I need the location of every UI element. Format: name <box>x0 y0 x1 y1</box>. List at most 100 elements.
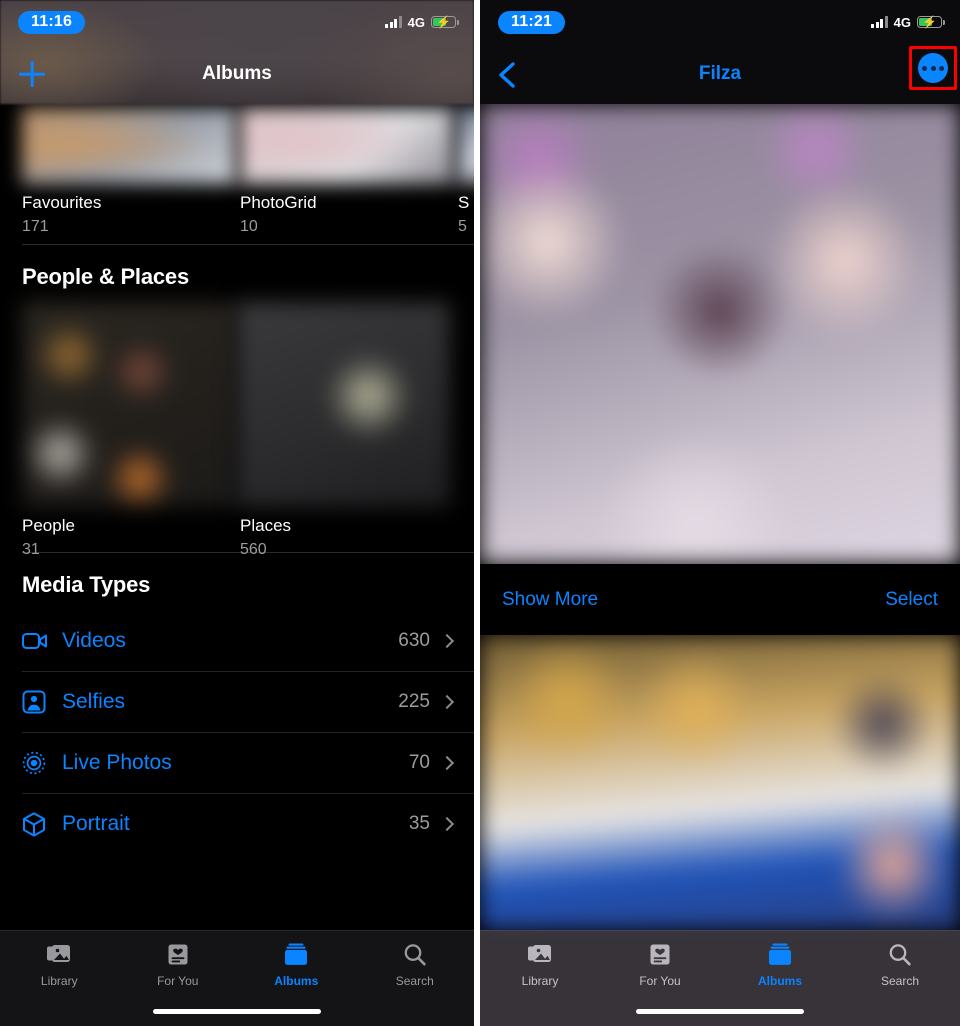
tab-albums[interactable]: Albums <box>720 941 840 988</box>
network-type-label: 4G <box>407 14 425 30</box>
people-places-thumbnails <box>22 302 450 507</box>
heart-card-icon <box>166 941 190 969</box>
tab-for-you[interactable]: For You <box>600 941 720 988</box>
left-phone-screen: 11:16 4G ⚡ Albums Favourites 171 PhotoGr… <box>0 0 474 1026</box>
more-button-highlight <box>909 46 957 90</box>
tab-label: Search <box>880 974 920 988</box>
tab-label: Search <box>395 974 434 988</box>
album-thumbnail[interactable] <box>240 108 454 184</box>
left-status-bar: 11:16 4G ⚡ <box>0 0 474 44</box>
dual-screenshot-container: 11:16 4G ⚡ Albums Favourites 171 PhotoGr… <box>0 0 960 1026</box>
media-row-videos[interactable]: Videos 630 <box>22 610 474 671</box>
battery-charging-icon: ⚡ <box>431 15 459 29</box>
heart-card-icon <box>648 941 672 969</box>
media-count: 35 <box>408 813 430 834</box>
battery-charging-icon: ⚡ <box>917 15 945 29</box>
photo-action-bar: Show More Select <box>480 564 960 635</box>
right-phone-screen: 11:21 4G ⚡ Filza Show More Select Librar… <box>480 0 960 1026</box>
plus-icon[interactable] <box>10 52 54 96</box>
media-count: 70 <box>408 752 430 773</box>
right-nav-bar: Filza <box>480 44 960 104</box>
photo-grid-bottom[interactable] <box>480 635 960 930</box>
photo-stack-icon <box>527 941 553 969</box>
album-name: S <box>458 193 470 212</box>
left-nav-bar: Albums <box>0 44 474 104</box>
chevron-left-icon[interactable] <box>488 52 532 96</box>
status-indicators: 4G ⚡ <box>871 14 945 30</box>
tab-label: For You <box>157 974 199 988</box>
album-name: PhotoGrid <box>240 193 317 212</box>
media-count: 225 <box>398 691 430 712</box>
photo-stack-icon <box>46 941 72 969</box>
album-item[interactable]: PhotoGrid 10 <box>240 192 458 239</box>
chevron-right-icon <box>439 816 455 832</box>
media-count: 630 <box>398 629 430 651</box>
signal-bars-icon <box>385 16 402 28</box>
people-places-labels: People 31 Places 560 <box>22 515 458 562</box>
album-count: 171 <box>22 217 49 235</box>
right-tab-bar: Library For You Albums Search <box>480 930 960 1026</box>
places-thumbnail[interactable] <box>236 302 450 507</box>
album-name: Favourites <box>22 193 102 212</box>
media-label: Videos <box>62 628 126 652</box>
album-thumbnails <box>22 108 474 184</box>
people-places-row: People 31 Places 560 <box>0 302 474 558</box>
tab-label: Library <box>40 974 78 988</box>
people-thumbnail[interactable] <box>22 302 236 507</box>
page-title: Filza <box>698 63 742 84</box>
people-item[interactable]: People 31 <box>22 515 240 562</box>
right-status-bar: 11:21 4G ⚡ <box>480 0 960 44</box>
status-indicators: 4G ⚡ <box>385 14 459 30</box>
show-more-button[interactable]: Show More <box>502 589 598 611</box>
chevron-right-icon <box>439 694 455 710</box>
media-row-portrait[interactable]: Portrait 35 <box>22 793 474 854</box>
chevron-right-icon <box>439 755 455 771</box>
network-type-label: 4G <box>893 14 911 30</box>
albums-book-icon <box>282 941 310 969</box>
home-indicator <box>636 1009 804 1014</box>
tab-library[interactable]: Library <box>0 941 119 988</box>
live-photo-icon <box>22 751 62 775</box>
tab-label: Albums <box>757 974 802 988</box>
tab-library[interactable]: Library <box>480 941 600 988</box>
magnifier-icon <box>403 941 427 969</box>
chevron-right-icon <box>439 633 455 648</box>
media-types-list: Videos 630 Selfies 225 Live Photos 70 Po… <box>0 610 474 854</box>
places-item[interactable]: Places 560 <box>240 515 458 562</box>
portrait-cube-icon <box>22 811 62 837</box>
magnifier-icon <box>888 941 912 969</box>
status-time: 11:21 <box>498 10 566 34</box>
left-tab-bar: Library For You Albums Search <box>0 930 474 1026</box>
album-count: 10 <box>240 217 258 235</box>
ellipsis-circle-icon[interactable] <box>918 53 948 83</box>
album-item[interactable]: S 5 <box>458 192 474 239</box>
section-title-people-places: People & Places <box>22 264 189 289</box>
album-thumbnail[interactable] <box>22 108 236 184</box>
tab-for-you[interactable]: For You <box>119 941 238 988</box>
page-title: Albums <box>202 63 272 84</box>
album-labels: Favourites 171 PhotoGrid 10 S 5 <box>22 192 474 239</box>
photo-grid-top[interactable] <box>480 104 960 564</box>
select-button[interactable]: Select <box>885 589 938 611</box>
places-count: 560 <box>240 540 267 558</box>
albums-scroll-area[interactable]: Favourites 171 PhotoGrid 10 S 5 People &… <box>0 104 474 1026</box>
album-item[interactable]: Favourites 171 <box>22 192 240 239</box>
album-thumbnail[interactable] <box>458 108 474 184</box>
albums-book-icon <box>766 941 794 969</box>
video-camera-icon <box>22 631 62 651</box>
media-row-selfies[interactable]: Selfies 225 <box>22 671 474 732</box>
tab-label: For You <box>639 974 681 988</box>
home-indicator <box>153 1009 321 1014</box>
tab-search[interactable]: Search <box>356 941 475 988</box>
media-label: Selfies <box>62 690 126 713</box>
people-count: 31 <box>22 540 40 558</box>
selfie-person-icon <box>22 690 62 714</box>
tab-search[interactable]: Search <box>840 941 960 988</box>
media-label: Portrait <box>62 812 130 835</box>
people-label: People <box>22 516 75 535</box>
tab-label: Albums <box>274 974 319 988</box>
tab-label: Library <box>521 974 559 988</box>
media-label: Live Photos <box>62 751 172 774</box>
tab-albums[interactable]: Albums <box>237 941 356 988</box>
media-row-live-photos[interactable]: Live Photos 70 <box>22 732 474 793</box>
